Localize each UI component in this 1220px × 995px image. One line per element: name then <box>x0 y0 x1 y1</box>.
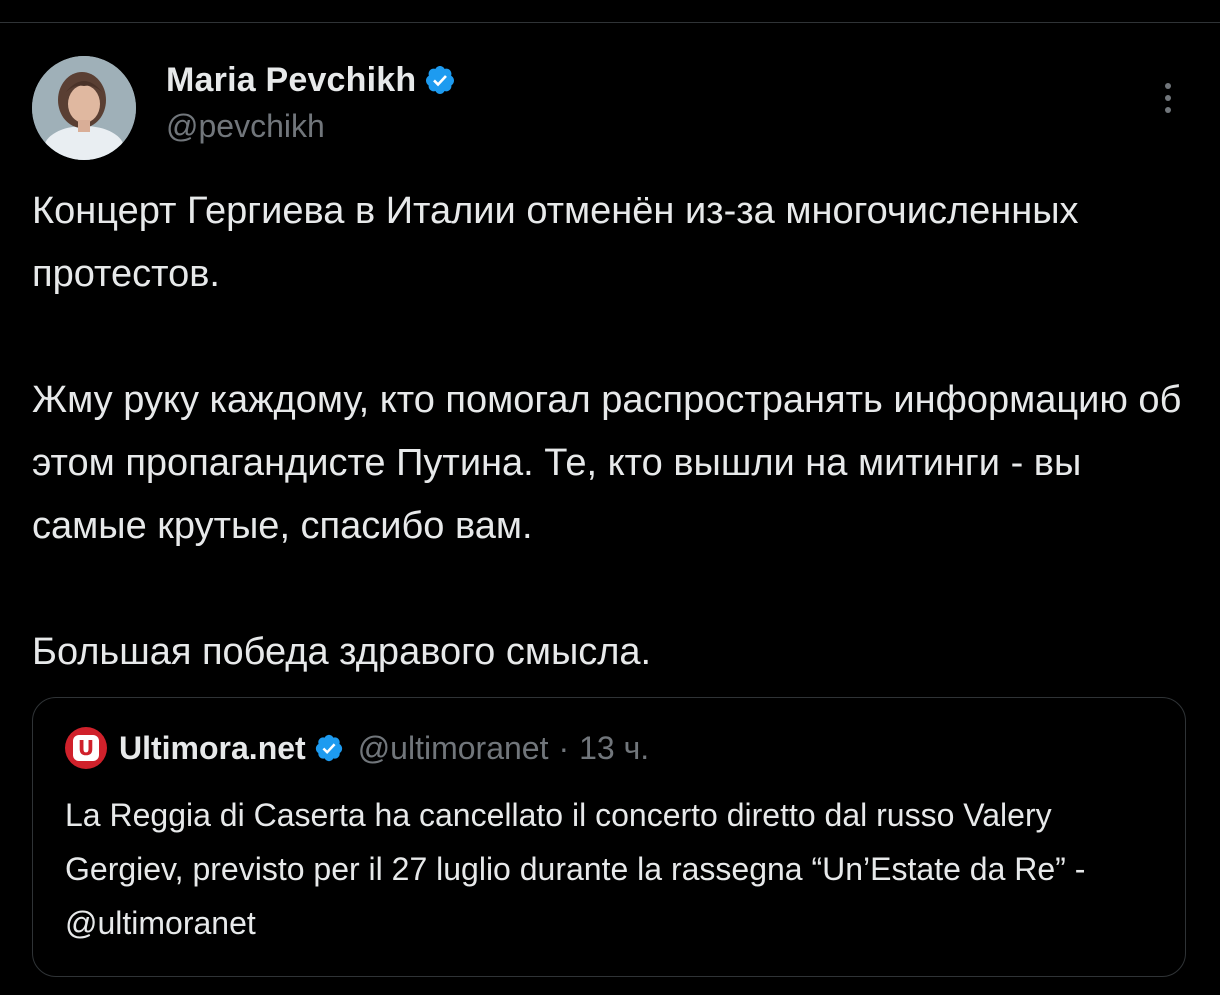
more-options-button[interactable] <box>1150 76 1186 120</box>
quoted-author-handle[interactable]: @ultimoranet <box>358 730 549 767</box>
tweet-text: Концерт Гергиева в Италии отменён из-за … <box>32 180 1182 684</box>
top-divider <box>0 22 1220 23</box>
verified-badge-icon <box>426 66 455 94</box>
quoted-author-name[interactable]: Ultimora.net <box>119 730 306 767</box>
quoted-author-avatar[interactable]: U <box>65 727 107 769</box>
author-name[interactable]: Maria Pevchikh <box>166 61 416 100</box>
verified-badge-icon <box>315 734 342 762</box>
dot-separator: · <box>558 729 570 766</box>
author-handle[interactable]: @pevchikh <box>166 108 325 145</box>
more-dot <box>1165 95 1171 101</box>
author-avatar[interactable] <box>32 56 136 160</box>
more-dot <box>1165 107 1171 113</box>
tweet-paragraph: Концерт Гергиева в Италии отменён из-за … <box>32 190 1079 295</box>
ultimora-logo-icon: U <box>73 735 99 761</box>
author-name-row[interactable]: Maria Pevchikh <box>166 58 456 102</box>
tweet-paragraph: Большая победа здравого смысла. <box>32 631 652 673</box>
avatar-photo <box>32 56 136 160</box>
more-vertical-icon <box>1165 83 1171 89</box>
quoted-tweet-card[interactable]: U Ultimora.net @ultimoranet · 13 ч. La R… <box>32 697 1186 977</box>
tweet-paragraph: Жму руку каждому, кто помогал распростра… <box>32 379 1182 547</box>
quoted-tweet-time[interactable]: 13 ч. <box>579 730 649 767</box>
quoted-tweet-text: La Reggia di Caserta ha cancellato il co… <box>65 797 1086 941</box>
quoted-tweet-header: U Ultimora.net @ultimoranet · 13 ч. <box>65 726 649 770</box>
